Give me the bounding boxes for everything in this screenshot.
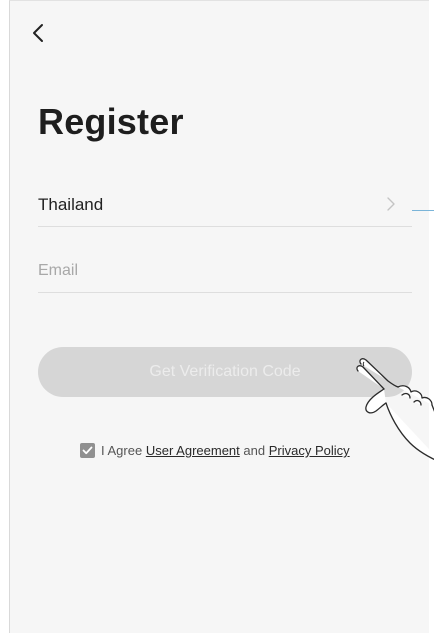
register-screen: Register Thailand Get Verification Code … xyxy=(9,0,434,633)
agreement-checkbox[interactable] xyxy=(80,443,95,458)
agreement-prefix: I Agree xyxy=(101,443,143,458)
agreement-row: I Agree User Agreement and Privacy Polic… xyxy=(80,443,350,458)
email-field-row xyxy=(38,249,412,293)
country-value: Thailand xyxy=(38,194,104,214)
back-button[interactable] xyxy=(26,21,50,45)
privacy-policy-link[interactable]: Privacy Policy xyxy=(269,443,350,458)
page-title: Register xyxy=(38,101,184,142)
user-agreement-link[interactable]: User Agreement xyxy=(146,443,240,458)
email-field[interactable] xyxy=(38,249,412,292)
agreement-conjunction: and xyxy=(243,443,266,458)
checkmark-icon xyxy=(82,446,93,455)
country-selector[interactable]: Thailand xyxy=(38,183,412,227)
get-verification-code-button[interactable]: Get Verification Code xyxy=(38,347,412,397)
chevron-left-icon xyxy=(33,24,43,42)
side-indicator-line xyxy=(412,210,434,211)
chevron-right-icon xyxy=(387,197,395,211)
